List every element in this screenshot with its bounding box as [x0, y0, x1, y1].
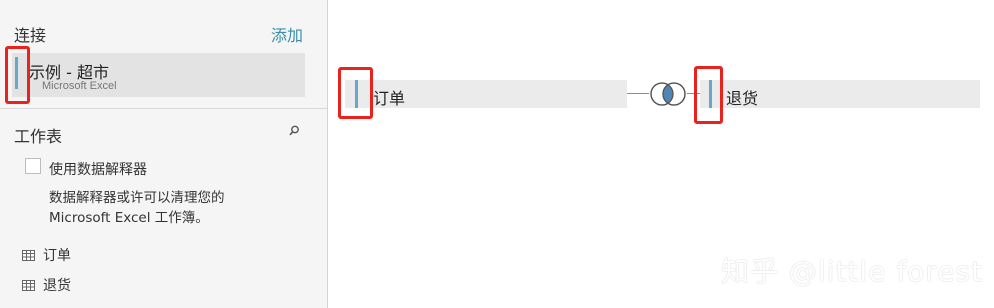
- interpreter-description: 数据解释器或许可以清理您的 Microsoft Excel 工作簿。: [49, 190, 225, 226]
- table-icon: [22, 249, 35, 261]
- table-icon: [22, 279, 35, 291]
- table-card-returns[interactable]: 退货: [700, 80, 980, 108]
- table-color-bar: [709, 80, 712, 108]
- divider: [0, 108, 327, 109]
- sheet-item-returns[interactable]: 退货: [22, 275, 71, 295]
- watermark: 知乎 @little forest: [721, 255, 984, 288]
- interpreter-checkbox-label: 使用数据解释器: [49, 162, 147, 178]
- sheet-label: 订单: [43, 248, 71, 264]
- connection-color-bar: [15, 57, 18, 89]
- join-line: [627, 93, 649, 94]
- table-card-label: 订单: [373, 89, 406, 108]
- search-icon[interactable]: [287, 124, 301, 138]
- worksheets-heading: 工作表: [14, 127, 63, 146]
- connection-type: Microsoft Excel: [42, 80, 117, 92]
- sheet-item-orders[interactable]: 订单: [22, 245, 71, 265]
- sheet-label: 退货: [43, 278, 71, 294]
- connection-item[interactable]: 示例 - 超市 Microsoft Excel: [12, 53, 305, 97]
- connections-heading: 连接: [14, 26, 47, 45]
- add-connection-link[interactable]: 添加: [271, 22, 303, 46]
- inner-join-icon[interactable]: [648, 80, 688, 108]
- data-source-sidebar: 连接 添加 示例 - 超市 Microsoft Excel 工作表 使用数据解释…: [0, 0, 328, 308]
- table-color-bar: [355, 80, 358, 108]
- interpreter-checkbox[interactable]: [25, 158, 41, 174]
- table-card-label: 退货: [726, 89, 759, 108]
- table-card-orders[interactable]: 订单: [345, 80, 627, 108]
